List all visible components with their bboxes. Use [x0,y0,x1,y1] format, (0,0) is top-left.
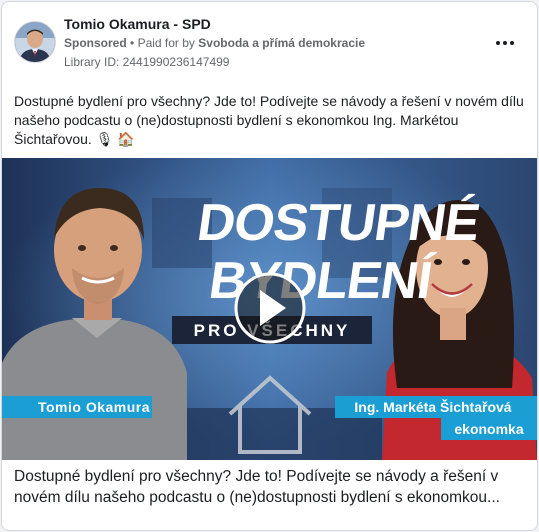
video-caption: Dostupné bydlení pro všechny? Jde to! Po… [14,466,529,508]
ad-body-text: Dostupné bydlení pro všechny? Jde to! Po… [14,93,524,147]
play-icon [234,272,306,344]
left-name-label: Tomio Okamura [38,399,150,415]
post-header: Tomio Okamura - SPD Sponsored • Paid for… [2,2,537,82]
sponsored-label: Sponsored [64,36,127,50]
right-role-label: ekonomka [454,421,523,437]
thumbnail-title-line1: DOSTUPNÉ [194,194,483,252]
ellipsis-icon [496,41,500,45]
page-name-link[interactable]: Tomio Okamura - SPD [64,16,211,32]
ellipsis-icon [510,41,514,45]
caption-line-1: Dostupné bydlení pro všechny? Jde to! Po… [14,468,499,485]
ad-card: Tomio Okamura - SPD Sponsored • Paid for… [1,1,538,531]
ellipsis-icon [503,41,507,45]
thumbnail-artwork: DOSTUPNÉ BYDLENÍ PRO VŠECHNY Tomio Okamu… [2,158,537,460]
right-name-label: Ing. Markéta Šichtařová [354,398,511,415]
more-options-button[interactable] [492,32,518,54]
page-avatar[interactable] [14,21,56,63]
library-id: Library ID: 2441990236147499 [64,55,230,69]
sponsor-line: Sponsored • Paid for by Svoboda a přímá … [64,36,365,50]
caption-line-2: novém dílu našeho podcastu o (ne)dostupn… [14,489,500,506]
video-thumbnail[interactable]: DOSTUPNÉ BYDLENÍ PRO VŠECHNY Tomio Okamu… [2,158,537,460]
separator-dot: • [130,36,135,50]
payer-link[interactable]: Svoboda a přímá demokracie [198,36,365,50]
paid-for-prefix: Paid for by [137,36,195,50]
avatar-portrait-icon [15,22,55,62]
